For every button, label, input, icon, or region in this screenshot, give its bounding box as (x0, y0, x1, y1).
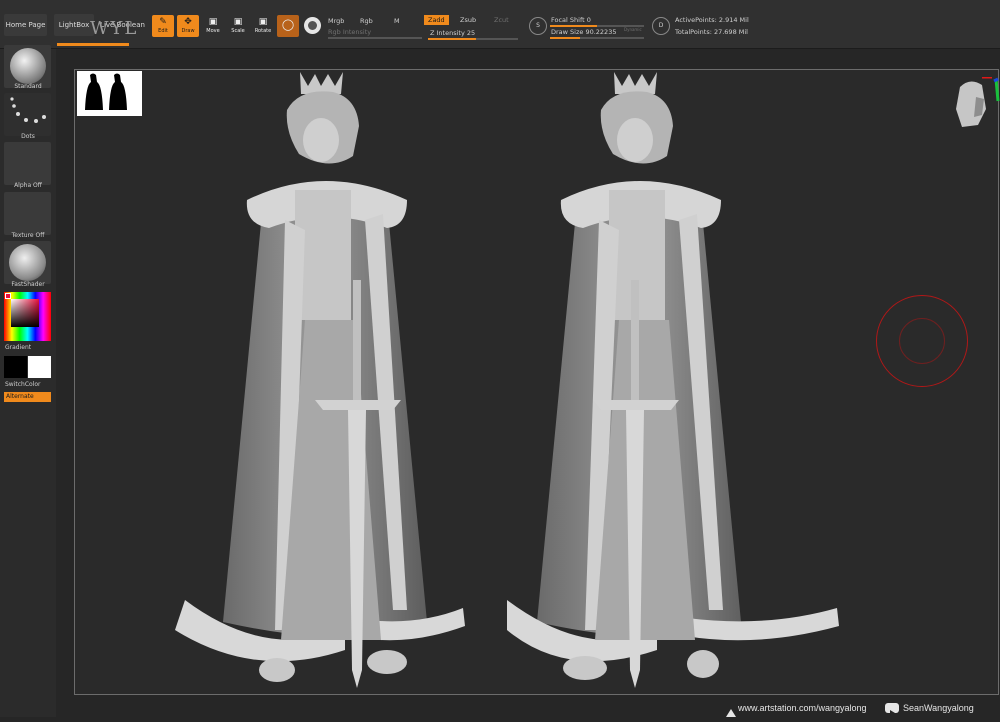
silhouette-thumbnail[interactable] (77, 71, 142, 116)
artstation-icon (725, 703, 736, 717)
stroke-label: Dots (21, 133, 35, 140)
lazy-mouse-icon[interactable]: S (529, 17, 547, 35)
material-label: FastShader (11, 281, 45, 288)
fastshader-material-icon (9, 244, 46, 281)
texture-label: Texture Off (11, 232, 45, 239)
stroke-slot[interactable] (4, 93, 51, 136)
z-intensity-slider[interactable] (428, 38, 518, 40)
active-tab-indicator (57, 43, 129, 46)
color-square[interactable] (11, 299, 39, 327)
viewport-canvas[interactable]: www.artstation.com/wangyalong SeanWangya… (57, 49, 1000, 717)
top-toolbar: Home Page LightBox Live Boolean WYL ✎ Edi… (0, 0, 1000, 49)
focal-shift-label: Focal Shift 0 (551, 16, 591, 24)
draw-icon: ✥ (184, 17, 192, 27)
rotate-button[interactable]: ▣ Rotate (252, 15, 274, 37)
sculpt-figure-left (175, 72, 465, 688)
m-button[interactable]: M (394, 17, 400, 25)
move-icon: ▣ (208, 17, 218, 27)
draw-size-slider[interactable] (550, 37, 644, 39)
rgb-intensity-slider[interactable] (328, 37, 422, 39)
material-slot[interactable] (4, 241, 51, 284)
edit-label: Edit (158, 28, 168, 34)
overlay-signature: WYL (90, 18, 139, 39)
lightbox-tab[interactable]: LightBox (54, 14, 94, 36)
draw-button[interactable]: ✥ Draw (177, 15, 199, 37)
rgb-button[interactable]: Rgb (360, 17, 373, 25)
left-tool-panel: Standard Dots Alpha Off Texture Off Fast… (0, 45, 56, 717)
main-color-swatch[interactable] (5, 293, 11, 299)
edit-button[interactable]: ✎ Edit (152, 15, 174, 37)
silhouette-figures-icon (85, 73, 127, 110)
brush-cursor-inner (899, 318, 945, 364)
standard-brush-icon (10, 48, 46, 84)
scale-icon: ▣ (233, 17, 243, 27)
zadd-button[interactable]: Zadd (424, 15, 449, 25)
brush-label: Standard (14, 83, 42, 90)
secondary-color-swatch[interactable] (28, 356, 51, 378)
sculptris-button[interactable]: ◯ (277, 15, 299, 37)
mrgb-button[interactable]: Mrgb (328, 17, 344, 25)
rgb-intensity-label: Rgb Intensity (328, 28, 372, 36)
gradient-label: Gradient (5, 344, 32, 351)
rotate-label: Rotate (254, 28, 272, 34)
draw-label: Draw (181, 28, 195, 34)
brush-cursor (876, 295, 968, 387)
zcut-button[interactable]: Zcut (490, 15, 513, 25)
color-sphere-icon (308, 21, 317, 30)
zsub-button[interactable]: Zsub (456, 15, 480, 25)
draw-size-label: Draw Size 90.22235 (551, 28, 617, 36)
edit-icon: ✎ (159, 17, 167, 27)
document-frame (74, 69, 999, 695)
move-label: Move (206, 28, 220, 34)
z-intensity-label: Z Intensity 25 (430, 29, 476, 37)
home-page-tab[interactable]: Home Page (4, 14, 47, 36)
brush-slot[interactable] (4, 45, 51, 88)
color-picker[interactable] (4, 292, 51, 341)
dots-stroke-icon (10, 97, 46, 123)
color-sphere-button[interactable] (304, 17, 321, 34)
rotate-icon: ▣ (258, 17, 268, 27)
dynamic-label[interactable]: Dynamic (624, 27, 642, 32)
total-points-label: TotalPoints: 27.698 Mil (675, 28, 748, 36)
switch-color-button[interactable]: SwitchColor (5, 381, 61, 388)
youtube-channel: SeanWangyalong (903, 703, 974, 713)
navigation-head-icon[interactable] (950, 77, 1000, 139)
scale-button[interactable]: ▣ Scale (227, 15, 249, 37)
artstation-url: www.artstation.com/wangyalong (738, 703, 867, 713)
texture-slot[interactable] (4, 192, 51, 235)
scale-label: Scale (231, 28, 245, 34)
alternate-button[interactable]: Alternate (4, 392, 51, 402)
sculpt-figure-right (507, 72, 839, 688)
dynamic-mode-icon[interactable]: D (652, 17, 670, 35)
youtube-icon (885, 703, 899, 716)
alpha-slot[interactable] (4, 142, 51, 185)
sculptris-icon: ◯ (281, 18, 295, 31)
primary-color-swatch[interactable] (4, 356, 27, 378)
move-button[interactable]: ▣ Move (202, 15, 224, 37)
alpha-label: Alpha Off (14, 182, 42, 189)
active-points-label: ActivePoints: 2.914 Mil (675, 16, 749, 24)
